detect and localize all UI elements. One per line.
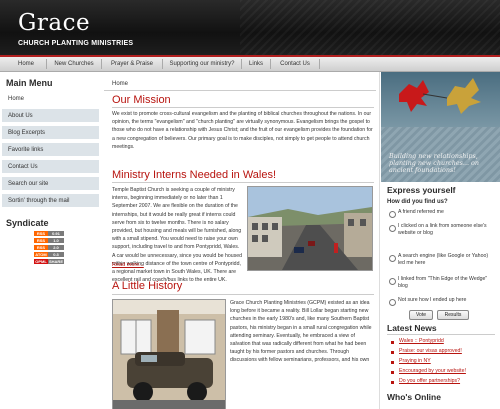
breadcrumb-divider bbox=[104, 90, 376, 91]
left-sidebar: Main Menu Home About Us Blog Excerpts Fa… bbox=[0, 72, 101, 409]
breadcrumb[interactable]: Home bbox=[112, 81, 128, 87]
poll-question: How did you find us? bbox=[387, 199, 448, 205]
street-photo bbox=[247, 186, 373, 271]
news-link[interactable]: Wales :: Pontypridd bbox=[399, 338, 444, 345]
news-bullet bbox=[391, 351, 394, 354]
badge-version: 2.0 bbox=[48, 245, 64, 250]
banner-slogan: Building new relationships, planting new… bbox=[389, 152, 480, 174]
news-bullet bbox=[391, 361, 394, 364]
poll-option-label: A search engine (like Google or Yahoo) l… bbox=[398, 253, 489, 267]
whos-online-title: Who's Online bbox=[387, 392, 441, 402]
interns-title[interactable]: Ministry Interns Needed in Wales! bbox=[112, 169, 276, 181]
menu-item-blog-excerpts[interactable]: Blog Excerpts bbox=[2, 126, 99, 140]
menu-item-contact-us[interactable]: Contact Us bbox=[2, 160, 99, 174]
nav-home[interactable]: Home bbox=[6, 57, 46, 71]
badge-version: 1.0 bbox=[48, 238, 64, 243]
results-button[interactable]: Results bbox=[437, 310, 469, 320]
news-bullet bbox=[391, 341, 394, 344]
news-link[interactable]: Encouraged by your website! bbox=[399, 368, 466, 375]
history-title[interactable]: A Little History bbox=[112, 280, 182, 292]
menu-item-favorite-links[interactable]: Favorite links bbox=[2, 143, 99, 157]
section-divider bbox=[112, 107, 374, 108]
poll-option-label: I clicked on a link from someone else's … bbox=[398, 223, 487, 237]
poll-section-title: Express yourself bbox=[387, 185, 456, 195]
rss-20-badge[interactable]: RSS 2.0 bbox=[34, 245, 64, 250]
header-pattern bbox=[240, 0, 500, 55]
syndicate-title: Syndicate bbox=[6, 218, 49, 228]
menu-item-about-us[interactable]: About Us bbox=[2, 109, 99, 123]
site-header: Grace CHURCH PLANTING MINISTRIES bbox=[0, 0, 500, 55]
vote-button[interactable]: Vote bbox=[409, 310, 433, 320]
main-menu-title: Main Menu bbox=[6, 78, 53, 88]
street-photo-image bbox=[248, 187, 372, 270]
top-nav: Home New Churches Prayer & Praise Suppor… bbox=[0, 57, 500, 72]
poll-radio-not-sure[interactable] bbox=[389, 299, 396, 306]
opml-badge[interactable]: OPML SHARE bbox=[34, 259, 64, 264]
badge-label: OPML bbox=[34, 259, 48, 264]
poll-radio-thin-edge-blog[interactable] bbox=[389, 278, 396, 285]
nav-divider bbox=[319, 59, 320, 69]
read-more-link[interactable]: Read more... bbox=[112, 262, 144, 268]
rss-10-badge[interactable]: RSS 1.0 bbox=[34, 238, 64, 243]
nav-supporting-ministry[interactable]: Supporting our ministry? bbox=[163, 57, 241, 71]
badge-label: RSS bbox=[34, 231, 48, 236]
latest-news-title: Latest News bbox=[387, 323, 437, 333]
poll-radio-link[interactable] bbox=[389, 225, 396, 232]
mission-text: We exist to promote cross-cultural evang… bbox=[112, 111, 373, 150]
poll-radio-search-engine[interactable] bbox=[389, 255, 396, 262]
news-link[interactable]: Praying in NY bbox=[399, 358, 431, 365]
nav-new-churches[interactable]: New Churches bbox=[47, 57, 101, 71]
nav-prayer-praise[interactable]: Prayer & Praise bbox=[102, 57, 162, 71]
section-divider bbox=[112, 294, 374, 295]
poll-option-label: A friend referred me bbox=[398, 209, 444, 215]
poll-radio-friend[interactable] bbox=[389, 211, 396, 218]
column-divider bbox=[379, 72, 380, 409]
mission-title: Our Mission bbox=[112, 94, 171, 106]
news-divider bbox=[387, 334, 495, 335]
rss-091-badge[interactable]: RSS 0.91 bbox=[34, 231, 64, 236]
dragon-emblem-icon bbox=[399, 78, 481, 114]
section-divider bbox=[112, 182, 374, 183]
right-sidebar: Building new relationships, planting new… bbox=[381, 72, 500, 409]
badge-version: 0.91 bbox=[48, 231, 64, 236]
badge-version: SHARE bbox=[48, 259, 64, 264]
main-content: Home Our Mission We exist to promote cro… bbox=[104, 72, 378, 409]
history-photo-image bbox=[113, 300, 225, 409]
site-title[interactable]: Grace bbox=[18, 10, 90, 36]
nav-contact-us[interactable]: Contact Us bbox=[271, 57, 319, 71]
nav-links[interactable]: Links bbox=[242, 57, 270, 71]
menu-item-home[interactable]: Home bbox=[2, 92, 99, 106]
news-link[interactable]: Do you offer partnerships? bbox=[399, 378, 460, 385]
menu-item-mail[interactable]: Sortin' through the mail bbox=[2, 194, 99, 208]
menu-item-search[interactable]: Search our site bbox=[2, 177, 99, 191]
news-bullet bbox=[391, 381, 394, 384]
poll-option-label: Not sure how I ended up here bbox=[398, 297, 467, 303]
news-bullet bbox=[391, 371, 394, 374]
poll-option-label: I linked from "Thin Edge of the Wedge" b… bbox=[398, 276, 488, 290]
banner-image bbox=[381, 72, 500, 127]
badge-label: ATOM bbox=[34, 252, 48, 257]
history-text: Grace Church Planting Ministries (GCPM) … bbox=[230, 300, 372, 364]
atom-03-badge[interactable]: ATOM 0.3 bbox=[34, 252, 64, 257]
page: Grace CHURCH PLANTING MINISTRIES Home Ne… bbox=[0, 0, 500, 409]
news-link[interactable]: Praise: our visas approved! bbox=[399, 348, 462, 355]
history-photo bbox=[112, 299, 226, 409]
site-tagline: CHURCH PLANTING MINISTRIES bbox=[18, 40, 134, 47]
badge-label: RSS bbox=[34, 245, 48, 250]
badge-version: 0.3 bbox=[48, 252, 64, 257]
interns-text: Temple Baptist Church is seeking a coupl… bbox=[112, 187, 242, 284]
badge-label: RSS bbox=[34, 238, 48, 243]
